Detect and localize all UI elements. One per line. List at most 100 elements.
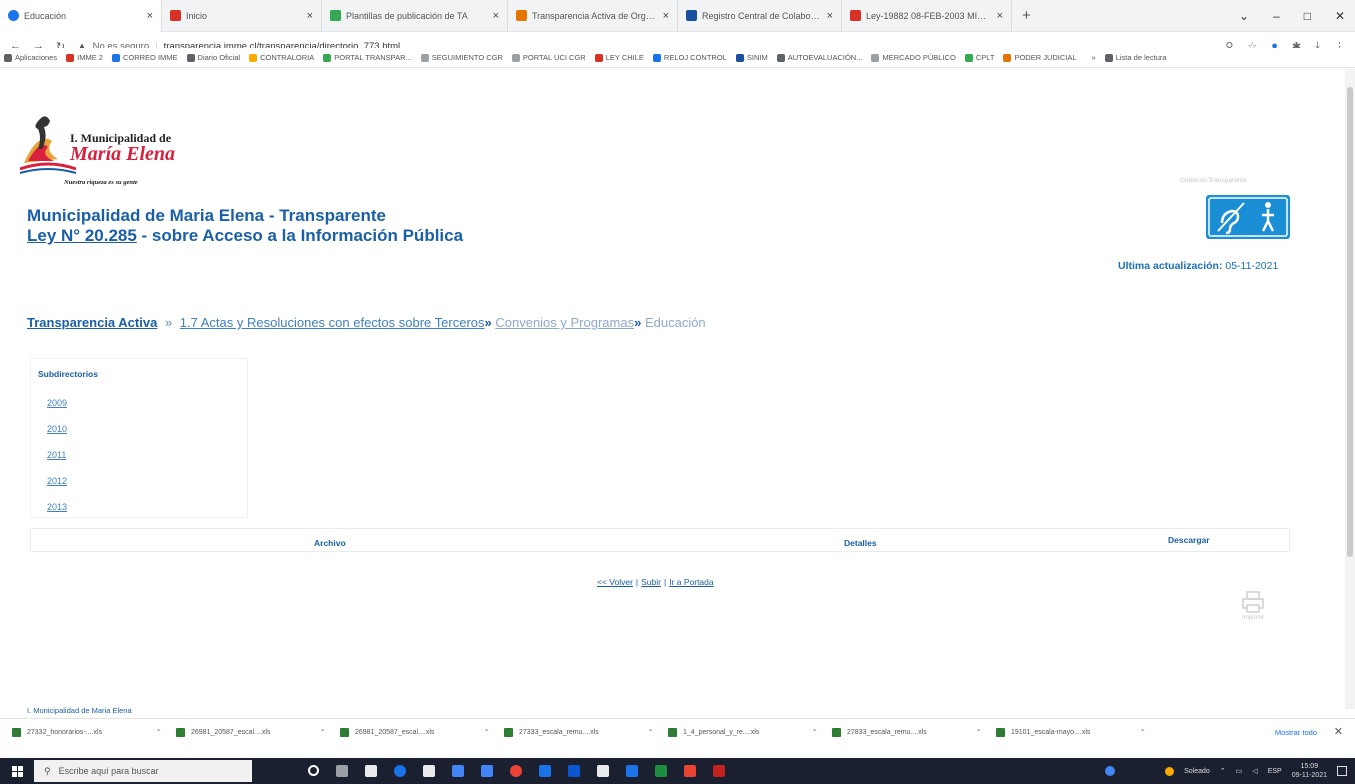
network-icon[interactable]: ▭ xyxy=(1236,767,1243,775)
download-item[interactable]: 19101_escala-mayo....xls ⌃ xyxy=(996,728,1160,737)
download-item[interactable]: 27333_escala_remu....xls ⌃ xyxy=(504,728,668,737)
edge-icon[interactable] xyxy=(394,765,406,777)
bookmark-item[interactable]: IMME 2 xyxy=(66,53,103,62)
download-item[interactable]: 26981_20587_escal....xls ⌃ xyxy=(340,728,504,737)
cortana-icon[interactable] xyxy=(308,765,319,776)
bookmark-item[interactable]: LEY CHILE xyxy=(594,53,644,62)
app-icon[interactable] xyxy=(626,765,638,777)
notifications-icon[interactable] xyxy=(1337,766,1347,776)
bookmarks-more-button[interactable]: » xyxy=(1092,53,1096,62)
breadcrumb-separator: » xyxy=(484,315,492,330)
bookmark-item[interactable]: Diario Oficial xyxy=(186,53,240,62)
chevron-up-icon[interactable]: ⌃ xyxy=(319,728,326,737)
bookmark-item[interactable]: PODER JUDICIAL xyxy=(1003,53,1077,62)
breadcrumb-item-transparencia-activa[interactable]: Transparencia Activa xyxy=(27,315,157,330)
chevron-up-icon[interactable]: ⌃ xyxy=(647,728,654,737)
task-view-icon[interactable] xyxy=(336,765,348,777)
home-link[interactable]: Ir a Portada xyxy=(669,577,713,587)
bookmark-item[interactable]: SEGUIMIENTO CGR xyxy=(420,53,503,62)
minimize-button[interactable]: – xyxy=(1273,9,1280,23)
municipality-logo[interactable]: I. Municipalidad de María Elena Nuestra … xyxy=(18,109,188,189)
volume-icon[interactable]: ◁ xyxy=(1252,767,1257,775)
close-window-button[interactable]: ✕ xyxy=(1335,9,1345,23)
bookmark-item[interactable]: PORTAL UCI CGR xyxy=(511,53,586,62)
bookmark-item[interactable]: PORTAL TRANSPAR... xyxy=(323,53,412,62)
excel-icon[interactable] xyxy=(655,765,667,777)
last-updated-label: Ultima actualización: xyxy=(1118,260,1223,272)
tab-close-icon[interactable]: × xyxy=(307,10,313,22)
chevron-up-icon[interactable]: ⌃ xyxy=(483,728,490,737)
browser-tab[interactable]: Transparencia Activa de Organis × xyxy=(508,0,678,32)
chevron-up-icon[interactable]: ⌃ xyxy=(155,728,162,737)
tray-app-icon[interactable] xyxy=(1105,766,1116,776)
bookmark-item[interactable]: RELOJ CONTROL xyxy=(652,53,727,62)
calculator-icon[interactable] xyxy=(597,765,609,777)
tab-close-icon[interactable]: × xyxy=(997,10,1003,22)
subdirectory-link[interactable]: 2012 xyxy=(47,475,67,501)
accessibility-icon[interactable] xyxy=(1206,195,1290,239)
tab-close-icon[interactable]: × xyxy=(493,10,499,22)
subdirectory-link[interactable]: 2010 xyxy=(47,423,67,449)
breadcrumb-item-convenios[interactable]: Convenios y Programas xyxy=(495,315,634,330)
tab-close-icon[interactable]: × xyxy=(827,10,833,22)
download-item[interactable]: 27332_honorarios-....xls ⌃ xyxy=(12,728,176,737)
new-tab-button[interactable]: + xyxy=(1012,7,1041,24)
download-item[interactable]: 1_4_personal_y_re....xls ⌃ xyxy=(668,728,832,737)
app-icon[interactable] xyxy=(713,765,725,777)
chrome-icon[interactable] xyxy=(510,765,522,777)
app-icon[interactable] xyxy=(452,765,464,777)
excel-file-icon xyxy=(12,728,21,737)
reading-list-button[interactable]: Lista de lectura xyxy=(1104,53,1167,62)
maximize-button[interactable]: □ xyxy=(1304,9,1311,23)
page-scrollbar[interactable] xyxy=(1345,69,1355,709)
law-link[interactable]: Ley N° 20.285 xyxy=(27,226,137,245)
browser-tab[interactable]: Registro Central de Colaborado × xyxy=(678,0,842,32)
start-button[interactable] xyxy=(0,758,34,784)
back-link[interactable]: << Volver xyxy=(597,577,633,587)
bookmark-item[interactable]: CORREO IMME xyxy=(111,53,178,62)
print-button[interactable]: Imprimir xyxy=(1238,589,1268,625)
language-indicator[interactable]: ESP xyxy=(1268,768,1282,775)
chevron-up-icon[interactable]: ⌃ xyxy=(975,728,982,737)
chevron-up-icon[interactable]: ⌃ xyxy=(1139,728,1146,737)
mail-icon[interactable] xyxy=(423,765,435,777)
phone-icon[interactable] xyxy=(481,765,493,777)
browser-tab[interactable]: Educación × xyxy=(0,0,162,32)
download-item[interactable]: 27833_escala_remu....xls ⌃ xyxy=(832,728,996,737)
bookmark-favicon-icon xyxy=(323,53,332,62)
bookmark-item[interactable]: CONTRALORIA xyxy=(249,53,314,62)
browser-tab[interactable]: Ley-19882 08-FEB-2003 MINISTE × xyxy=(842,0,1012,32)
bookmarks-bar: Aplicaciones IMME 2 CORREO IMME Diario O… xyxy=(0,48,1355,68)
printer-icon xyxy=(1242,591,1264,613)
subdirectory-link[interactable]: 2013 xyxy=(47,501,67,527)
subdirectory-link[interactable]: 2011 xyxy=(47,449,67,475)
app-icon[interactable] xyxy=(684,765,696,777)
download-item[interactable]: 26981_20587_escal....xls ⌃ xyxy=(176,728,340,737)
bookmark-item[interactable]: MERCADO PÚBLICO xyxy=(871,53,956,62)
weather-label[interactable]: Soleado xyxy=(1184,768,1210,775)
chevron-up-icon[interactable]: ⌃ xyxy=(811,728,818,737)
show-all-downloads-button[interactable]: Mostrar todo xyxy=(1275,728,1317,737)
bookmark-favicon-icon xyxy=(420,53,429,62)
taskbar-search-input[interactable]: ⚲ Escribe aquí para buscar xyxy=(34,760,252,782)
bookmark-item[interactable]: CPLT xyxy=(964,53,994,62)
scrollbar-thumb[interactable] xyxy=(1347,87,1353,557)
bookmark-item[interactable]: Aplicaciones xyxy=(4,53,57,62)
bookmark-item[interactable]: SINIM xyxy=(735,53,768,62)
app-icon[interactable] xyxy=(539,765,551,777)
breadcrumb-item-educacion: Educación xyxy=(644,315,706,330)
bookmark-item[interactable]: AUTOEVALUACIÓN... xyxy=(776,53,862,62)
tab-close-icon[interactable]: × xyxy=(147,10,153,22)
tab-search-icon[interactable]: ⌄ xyxy=(1239,9,1249,23)
app-icon[interactable] xyxy=(568,765,580,777)
store-icon[interactable] xyxy=(365,765,377,777)
up-link[interactable]: Subir xyxy=(641,577,661,587)
tab-close-icon[interactable]: × xyxy=(663,10,669,22)
taskbar-clock[interactable]: 15:09 09-11-2021 xyxy=(1292,762,1327,780)
subdirectory-link[interactable]: 2009 xyxy=(47,397,67,423)
browser-tab[interactable]: Inicio × xyxy=(162,0,322,32)
tray-chevron-icon[interactable]: ⌃ xyxy=(1220,767,1226,775)
close-downloads-button[interactable]: ✕ xyxy=(1334,725,1343,738)
browser-tab[interactable]: Plantillas de publicación de TA × xyxy=(322,0,508,32)
breadcrumb-item-actas[interactable]: 1.7 Actas y Resoluciones con efectos sob… xyxy=(180,315,485,330)
